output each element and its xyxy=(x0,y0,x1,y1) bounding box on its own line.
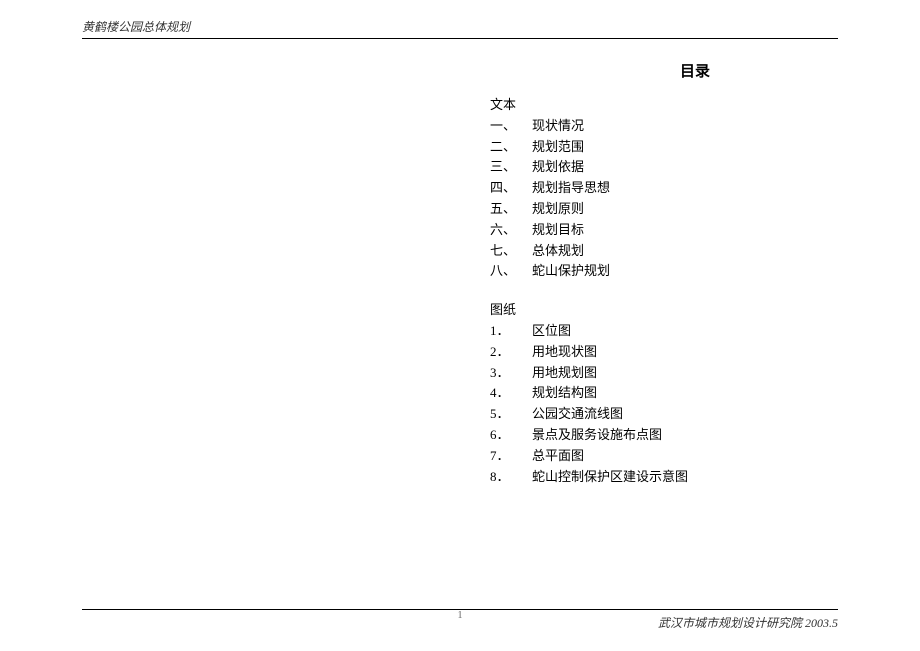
toc-item: 三、规划依据 xyxy=(490,157,688,178)
toc-item: 6．景点及服务设施布点图 xyxy=(490,425,688,446)
toc-marker: 2． xyxy=(490,342,532,363)
toc-item: 2．用地现状图 xyxy=(490,342,688,363)
footer-org-date: 武汉市城市规划设计研究院 2003.5 xyxy=(82,614,838,631)
toc-text: 区位图 xyxy=(532,323,571,338)
toc-marker: 6． xyxy=(490,425,532,446)
toc-text: 规划范围 xyxy=(532,139,584,154)
toc-title: 目录 xyxy=(680,60,710,81)
toc-marker: 五、 xyxy=(490,199,532,220)
toc-marker: 1． xyxy=(490,321,532,342)
toc-item: 4．规划结构图 xyxy=(490,383,688,404)
toc-text: 景点及服务设施布点图 xyxy=(532,427,662,442)
toc-text: 规划依据 xyxy=(532,159,584,174)
toc-marker: 8． xyxy=(490,467,532,488)
toc-item: 二、规划范围 xyxy=(490,137,688,158)
toc-text: 总平面图 xyxy=(532,448,584,463)
toc-text: 规划指导思想 xyxy=(532,180,610,195)
toc-text: 现状情况 xyxy=(532,118,584,133)
toc-item: 5．公园交通流线图 xyxy=(490,404,688,425)
toc-text: 规划结构图 xyxy=(532,385,597,400)
toc-item: 七、总体规划 xyxy=(490,241,688,262)
toc-text: 规划原则 xyxy=(532,201,584,216)
toc-item: 四、规划指导思想 xyxy=(490,178,688,199)
toc-text: 蛇山保护规划 xyxy=(532,263,610,278)
toc-marker: 八、 xyxy=(490,261,532,282)
page-footer: 武汉市城市规划设计研究院 2003.5 xyxy=(82,609,838,631)
toc-marker: 六、 xyxy=(490,220,532,241)
toc-item: 1．区位图 xyxy=(490,321,688,342)
toc-item: 八、蛇山保护规划 xyxy=(490,261,688,282)
toc-item: 六、规划目标 xyxy=(490,220,688,241)
toc-text: 用地现状图 xyxy=(532,344,597,359)
toc-marker: 3． xyxy=(490,363,532,384)
toc-marker: 7． xyxy=(490,446,532,467)
toc-text: 用地规划图 xyxy=(532,365,597,380)
toc-text: 总体规划 xyxy=(532,243,584,258)
document-title: 黄鹤楼公园总体规划 xyxy=(82,18,838,35)
toc-item: 3．用地规划图 xyxy=(490,363,688,384)
toc-item: 7．总平面图 xyxy=(490,446,688,467)
toc-marker: 二、 xyxy=(490,137,532,158)
toc-item: 8．蛇山控制保护区建设示意图 xyxy=(490,467,688,488)
toc-text: 规划目标 xyxy=(532,222,584,237)
page-header: 黄鹤楼公园总体规划 xyxy=(82,18,838,39)
toc-marker: 四、 xyxy=(490,178,532,199)
toc-marker: 4． xyxy=(490,383,532,404)
toc-marker: 5． xyxy=(490,404,532,425)
section-label-text: 文本 xyxy=(490,95,688,116)
toc-marker: 一、 xyxy=(490,116,532,137)
toc-content: 文本 一、现状情况 二、规划范围 三、规划依据 四、规划指导思想 五、规划原则 … xyxy=(490,95,688,487)
toc-item: 一、现状情况 xyxy=(490,116,688,137)
section-label-drawings: 图纸 xyxy=(490,300,688,321)
toc-text: 蛇山控制保护区建设示意图 xyxy=(532,469,688,484)
toc-marker: 七、 xyxy=(490,241,532,262)
toc-text: 公园交通流线图 xyxy=(532,406,623,421)
toc-item: 五、规划原则 xyxy=(490,199,688,220)
toc-marker: 三、 xyxy=(490,157,532,178)
